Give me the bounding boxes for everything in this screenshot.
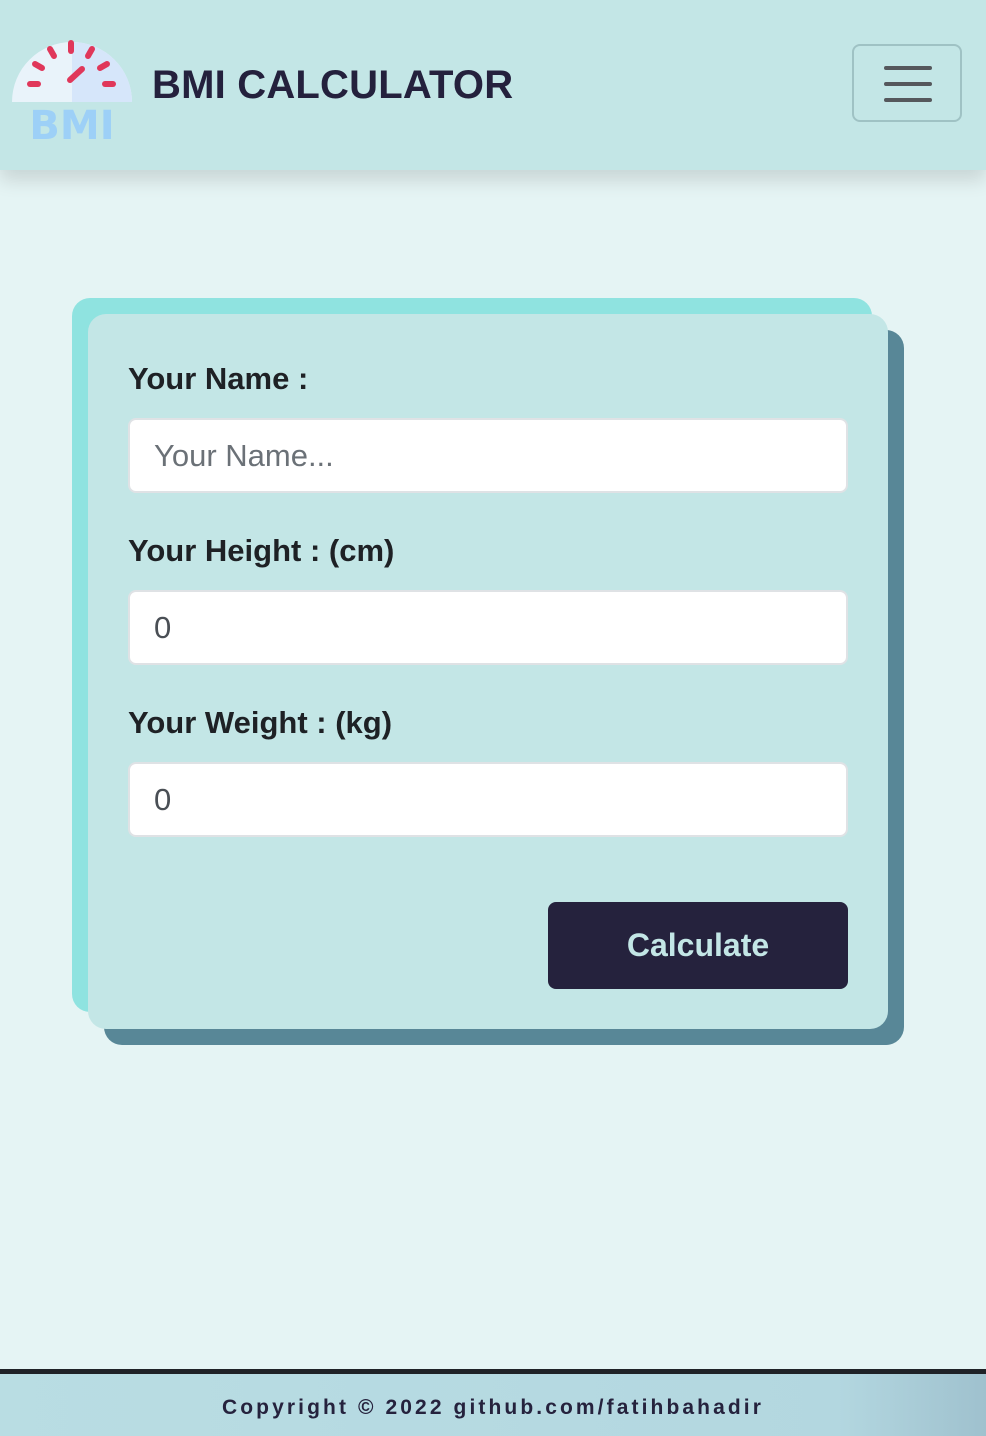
app-title: BMI CALCULATOR <box>152 63 514 107</box>
weight-input[interactable] <box>128 762 848 837</box>
height-input[interactable] <box>128 590 848 665</box>
copyright-text: Copyright © 2022 github.com/fatihbahadir <box>221 1396 764 1419</box>
footer: Copyright © 2022 github.com/fatihbahadir <box>0 1369 986 1436</box>
bmi-form-card: Your Name : Your Height : (cm) Your Weig… <box>88 314 888 1029</box>
navbar: BMI BMI CALCULATOR <box>0 0 986 170</box>
bmi-logo: BMI <box>12 40 132 146</box>
svg-text:BMI: BMI <box>29 103 114 146</box>
weight-label: Your Weight : (kg) <box>128 705 393 740</box>
menu-toggle-button[interactable] <box>852 44 962 122</box>
name-label: Your Name : <box>128 361 309 396</box>
height-label: Your Height : (cm) <box>128 533 395 568</box>
calculate-button[interactable]: Calculate <box>548 902 848 989</box>
hamburger-menu-icon <box>884 66 932 70</box>
name-input[interactable] <box>128 418 848 493</box>
